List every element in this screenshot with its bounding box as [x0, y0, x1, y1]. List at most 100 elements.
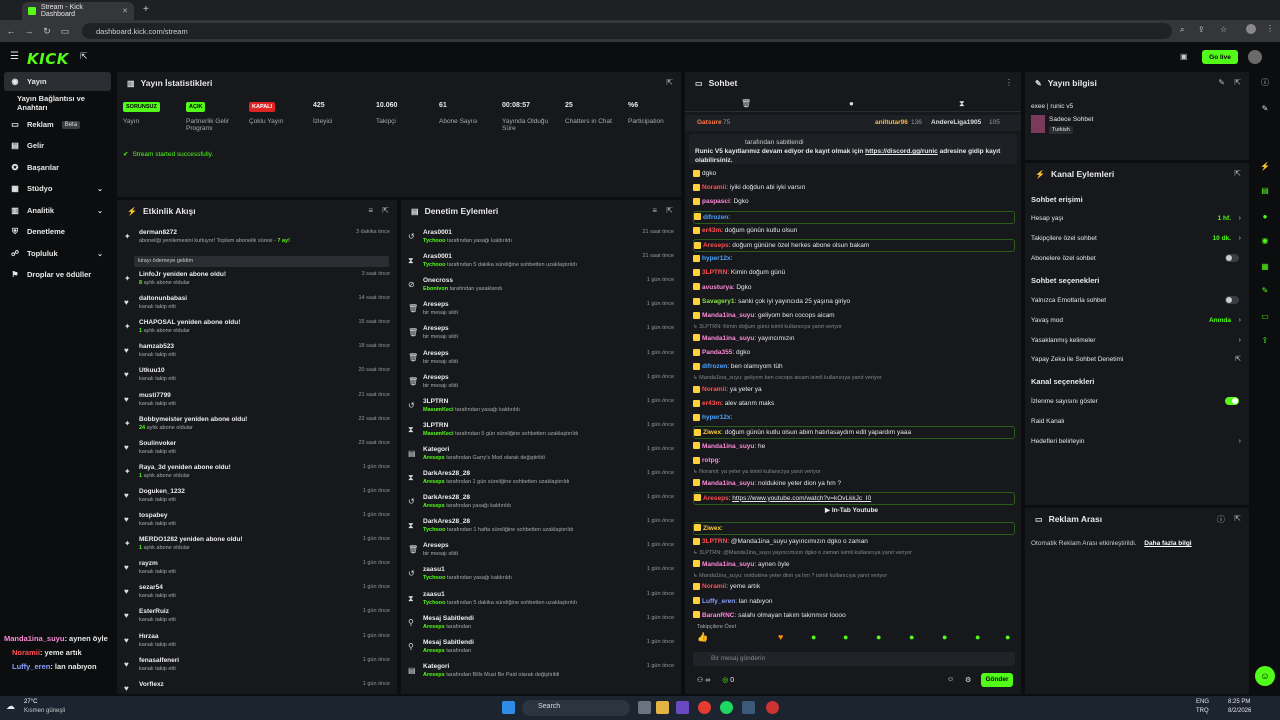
- show-viewers-toggle[interactable]: [1225, 397, 1239, 405]
- learn-more-link[interactable]: Daha fazla bilgi: [1144, 540, 1191, 547]
- pin-icon[interactable]: ⇱: [80, 51, 88, 62]
- menu-icon[interactable]: ☰: [10, 51, 19, 62]
- chat-username[interactable]: paspasci: [702, 198, 730, 205]
- banned-words-row[interactable]: Yasaklanmış kelimeler ›: [1031, 333, 1241, 347]
- sidebar-item-yayin[interactable]: ◉ Yayın: [4, 72, 111, 91]
- chat-message[interactable]: Ziwex:: [693, 521, 1015, 535]
- chat-username[interactable]: Manda1ina_suyu: [702, 480, 754, 487]
- chat-message[interactable]: difrozen: ben olamıyom tüh: [693, 361, 1015, 374]
- chat-message[interactable]: BaranRNC: salahı olmayan takım takmmısr …: [693, 610, 1015, 623]
- chat-message[interactable]: Manda1ina_suyu: geliyom ben cocops aicam: [693, 310, 1015, 323]
- chat-message[interactable]: paspasci: Dgko: [693, 196, 1015, 209]
- sidebar-item-stream-key[interactable]: Yayın Bağlantısı ve Anahtarı: [4, 93, 111, 112]
- chat-username[interactable]: Ziwex: [703, 525, 721, 532]
- chat-username[interactable]: Manda1ina_suyu: [702, 561, 754, 568]
- chat-username[interactable]: avusturya: [702, 284, 733, 291]
- chat-username[interactable]: Noramii: [702, 184, 726, 191]
- new-tab-button[interactable]: +: [143, 4, 149, 15]
- forward-icon[interactable]: →: [22, 26, 36, 36]
- popout-icon[interactable]: ⇱: [666, 206, 673, 215]
- share-icon[interactable]: ⇪: [1198, 25, 1205, 34]
- chat-username[interactable]: 3LPTRN: [702, 538, 727, 545]
- app-icon[interactable]: [766, 701, 779, 714]
- sidebar-item-droplar[interactable]: ⚑ Droplar ve ödüller: [4, 265, 111, 284]
- emote-icon[interactable]: ●: [942, 632, 947, 642]
- chat-username[interactable]: Noramii: [702, 386, 726, 393]
- spotify-icon[interactable]: [720, 701, 733, 714]
- popout-icon[interactable]: ⇱: [382, 206, 389, 215]
- chat-message[interactable]: Manda1ina_suyu: yayıncımızın: [693, 333, 1015, 346]
- user-avatar[interactable]: [1248, 50, 1262, 64]
- hourglass-icon[interactable]: ⧗: [959, 99, 965, 109]
- steam-icon[interactable]: [742, 701, 755, 714]
- chat-message[interactable]: Manda1ina_suyu: noldukine yeter dion ya …: [693, 478, 1015, 491]
- wallet-icon[interactable]: ▣: [1180, 52, 1188, 61]
- mod-icon[interactable]: ▦: [1258, 260, 1272, 274]
- sidebar-item-topluluk[interactable]: ☍ Topluluk ⌄: [4, 244, 111, 263]
- popout-icon[interactable]: ⇱: [666, 78, 673, 87]
- ai-mod-row[interactable]: Yapay Zeka ile Sohbet Denetimi ⇱: [1031, 352, 1241, 366]
- back-icon[interactable]: ←: [4, 26, 18, 36]
- go-live-button[interactable]: Go live: [1202, 50, 1238, 64]
- chat-menu-icon[interactable]: ⋮: [1005, 78, 1013, 87]
- file-explorer-icon[interactable]: [656, 701, 669, 714]
- settings-icon[interactable]: ⚙: [965, 676, 971, 684]
- lightning-icon[interactable]: ⚡: [1258, 160, 1272, 174]
- emote-icon[interactable]: ●: [1005, 632, 1010, 642]
- chat-username[interactable]: BaranRNC: [702, 612, 735, 619]
- chat-username[interactable]: rotpg: [702, 457, 719, 464]
- sidebar-item-gelir[interactable]: ▤ Gelir: [4, 136, 111, 155]
- chat-input[interactable]: Bir mesaj gönderin: [693, 652, 1015, 666]
- chat-username[interactable]: hyper12x: [702, 414, 731, 421]
- reload-icon[interactable]: ↻: [40, 26, 54, 37]
- chat-bubble-icon[interactable]: ●: [849, 99, 854, 108]
- info-icon[interactable]: ⓘ: [1217, 514, 1225, 525]
- chrome-icon[interactable]: [698, 701, 711, 714]
- lang-primary[interactable]: ENG: [1196, 699, 1209, 705]
- sidebar-item-studyo[interactable]: ▦ Stüdyo ⌄: [4, 179, 111, 198]
- chat-username[interactable]: Ziwex: [703, 429, 721, 436]
- account-age-row[interactable]: Hesap yaşı 1 hf. ›: [1031, 211, 1241, 225]
- followers-only-row[interactable]: Takipçilere özel sohbet 10 dk. ›: [1031, 231, 1241, 245]
- chat-message[interactable]: Manda1ina_suyu: he: [693, 441, 1015, 454]
- send-button[interactable]: Gönder: [981, 673, 1013, 687]
- emoji-icon[interactable]: ☺: [947, 676, 954, 683]
- url-bar[interactable]: dashboard.kick.com/stream: [82, 23, 1172, 39]
- broadcast-icon[interactable]: ◉: [1258, 234, 1272, 248]
- chat-message[interactable]: Savagery1: sanki çok iyi yayıncıda 25 ya…: [693, 296, 1015, 309]
- cast-icon[interactable]: ▭: [58, 26, 72, 37]
- popout-icon[interactable]: ⇱: [1234, 78, 1241, 87]
- chat-username[interactable]: Areseps: [703, 495, 729, 502]
- browser-tab[interactable]: Stream - Kick Dashboard ✕: [22, 2, 134, 20]
- chat-message[interactable]: hyper12x:: [693, 412, 1015, 425]
- lang-secondary[interactable]: TRQ: [1196, 708, 1209, 714]
- start-icon[interactable]: [502, 701, 515, 714]
- intab-youtube[interactable]: ▶ In-Tab Youtube: [825, 506, 878, 514]
- filter-icon[interactable]: ≡: [652, 206, 657, 215]
- info-icon[interactable]: ⓘ: [1258, 76, 1272, 90]
- chat-message[interactable]: hyper12x:: [693, 253, 1015, 266]
- chat-username[interactable]: difrozen: [703, 214, 728, 221]
- pinned-link[interactable]: https://discord.gg/runic: [865, 148, 938, 155]
- popout-icon[interactable]: ⇱: [1234, 514, 1241, 523]
- trash-icon[interactable]: 🗑: [741, 99, 751, 108]
- chat-username[interactable]: hyper12x: [702, 255, 731, 262]
- chat-username[interactable]: Manda1ina_suyu: [702, 443, 754, 450]
- chat-username[interactable]: er43m: [702, 400, 721, 407]
- popout-icon[interactable]: ⇱: [1234, 169, 1241, 178]
- sidebar-item-analitik[interactable]: ▥ Analitik ⌄: [4, 201, 111, 220]
- chat-message[interactable]: 3LPTRN: Kimin doğum günü: [693, 267, 1015, 280]
- chat-message[interactable]: rotpg:: [693, 455, 1015, 468]
- chat-message[interactable]: Ziwex: doğum günün kutlu olsun abim hatı…: [693, 426, 1015, 440]
- filter-icon[interactable]: ≡: [368, 206, 373, 215]
- chat-message[interactable]: 3LPTRN: @Manda1ina_suyu yayıncımızın dgk…: [693, 536, 1015, 549]
- chat-username[interactable]: er43m: [702, 227, 721, 234]
- chat-link[interactable]: https://www.youtube.com/watch?v=kOvLkkJc…: [732, 495, 871, 502]
- pencil-icon[interactable]: ✎: [1258, 102, 1272, 116]
- browser-menu-icon[interactable]: ⋮: [1266, 24, 1274, 33]
- zoom-icon[interactable]: ⌕: [1180, 25, 1184, 35]
- chat-message[interactable]: Areseps: https://www.youtube.com/watch?v…: [693, 491, 1015, 505]
- wrench-icon[interactable]: ✎: [1258, 284, 1272, 298]
- chat-username[interactable]: Areseps: [703, 242, 729, 249]
- edit-icon[interactable]: ✎: [1218, 78, 1225, 87]
